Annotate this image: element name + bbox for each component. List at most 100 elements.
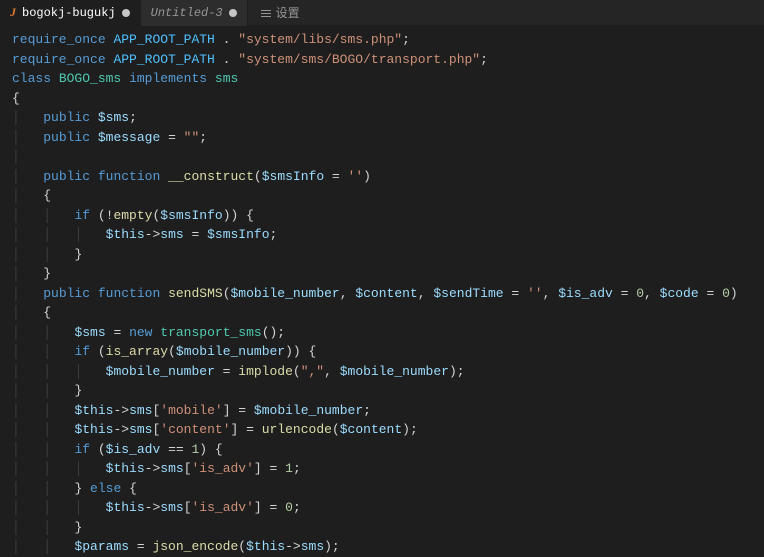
code-line[interactable]: │ │ │ $this->sms['is_adv'] = 0; [12,498,764,518]
token-var: $mobile_number [254,403,363,418]
indent-guide: │ [43,344,74,359]
indent-guide: │ [12,188,43,203]
token-str: "system/libs/sms.php" [238,32,402,47]
indent-guide: │ [74,227,105,242]
indent-guide: │ [12,344,43,359]
token-punc: (); [262,325,285,340]
tab-file-2[interactable]: Untitled-3 [141,0,248,26]
code-line[interactable]: │ { [12,186,764,206]
token-var: $message [98,130,160,145]
tab-file-1[interactable]: J bogokj-bugukj [0,0,141,26]
token-punc: [ [184,500,192,515]
code-line[interactable]: │ │ } else { [12,479,764,499]
indent-guide: │ [43,403,74,418]
code-line[interactable]: class BOGO_sms implements sms [12,69,764,89]
code-line[interactable]: │ │ $sms = new transport_sms(); [12,323,764,343]
token-var: $content [355,286,417,301]
token-punc: -> [285,539,301,554]
code-line[interactable]: require_once APP_ROOT_PATH . "system/sms… [12,50,764,70]
token-brace: } [74,247,82,262]
code-line[interactable]: │ │ │ $mobile_number = implode(",", $mob… [12,362,764,382]
token-var: sms [301,539,324,554]
code-line[interactable]: │ │ if (is_array($mobile_number)) { [12,342,764,362]
token-var: $sms [98,110,129,125]
code-line[interactable]: │ │ │ $this->sms['is_adv'] = 1; [12,459,764,479]
code-line[interactable]: │ public function __construct($smsInfo =… [12,167,764,187]
token-kw: public [43,169,90,184]
token-punc: = [129,539,152,554]
token-var: $is_adv [558,286,613,301]
token-var: $sms [74,325,105,340]
code-line[interactable]: │ [12,147,764,167]
token-punc [207,71,215,86]
indent-guide: │ [12,461,43,476]
code-line[interactable]: require_once APP_ROOT_PATH . "system/lib… [12,30,764,50]
token-var: $this [106,500,145,515]
code-line[interactable]: │ │ } [12,381,764,401]
token-punc: ] = [223,403,254,418]
indent-guide: │ [43,227,74,242]
indent-guide: │ [12,208,43,223]
token-punc: = [699,286,722,301]
token-brace: { [43,188,51,203]
token-kw: function [98,286,160,301]
token-punc: ( [223,286,231,301]
indent-guide: │ [43,247,74,262]
code-line[interactable]: │ │ $this->sms['mobile'] = $mobile_numbe… [12,401,764,421]
token-punc: -> [113,403,129,418]
token-num: 0 [285,500,293,515]
code-line[interactable]: │ { [12,303,764,323]
token-punc: ); [324,539,340,554]
token-var: $sendTime [433,286,503,301]
token-var: sms [160,500,183,515]
code-line[interactable]: │ │ } [12,518,764,538]
token-punc: ) [730,286,738,301]
token-brace: } [74,383,82,398]
token-punc: = [324,169,347,184]
token-str: 'is_adv' [192,461,254,476]
indent-guide: │ [12,227,43,242]
token-punc: )) { [223,208,254,223]
token-var: $mobile_number [231,286,340,301]
code-line[interactable]: │ │ │ $this->sms = $smsInfo; [12,225,764,245]
code-line[interactable]: │ public $sms; [12,108,764,128]
token-punc: (! [90,208,113,223]
settings-menu[interactable]: 设置 [254,4,306,21]
token-const: APP_ROOT_PATH [113,32,214,47]
token-kw: else [90,481,121,496]
code-line[interactable]: │ } [12,264,764,284]
code-editor[interactable]: require_once APP_ROOT_PATH . "system/lib… [0,26,764,557]
token-brace: { [43,305,51,320]
token-punc: ) { [199,442,222,457]
token-punc: -> [145,227,161,242]
code-line[interactable]: │ public function sendSMS($mobile_number… [12,284,764,304]
token-punc [51,71,59,86]
token-punc: ( [332,422,340,437]
token-var: $params [74,539,129,554]
token-kw: if [74,208,90,223]
indent-guide: │ [43,208,74,223]
token-str: 'is_adv' [192,500,254,515]
settings-label: 设置 [276,4,300,21]
token-fn: urlencode [262,422,332,437]
token-punc: == [160,442,191,457]
indent-guide: │ [12,247,43,262]
token-punc: ; [293,500,301,515]
code-line[interactable]: │ │ } [12,245,764,265]
code-line[interactable]: │ │ $params = json_encode($this->sms); [12,537,764,557]
indent-guide: │ [12,481,43,496]
token-punc [160,286,168,301]
token-punc: ( [293,364,301,379]
token-kw: implements [129,71,207,86]
code-line[interactable]: │ │ if (!empty($smsInfo)) { [12,206,764,226]
token-var: $mobile_number [340,364,449,379]
code-line[interactable]: │ public $message = ""; [12,128,764,148]
code-line[interactable]: { [12,89,764,109]
code-line[interactable]: │ │ $this->sms['content'] = urlencode($c… [12,420,764,440]
menu-icon [260,7,272,19]
token-var: $code [660,286,699,301]
token-var: $mobile_number [176,344,285,359]
code-line[interactable]: │ │ if ($is_adv == 1) { [12,440,764,460]
token-var: sms [160,461,183,476]
token-punc: -> [145,461,161,476]
